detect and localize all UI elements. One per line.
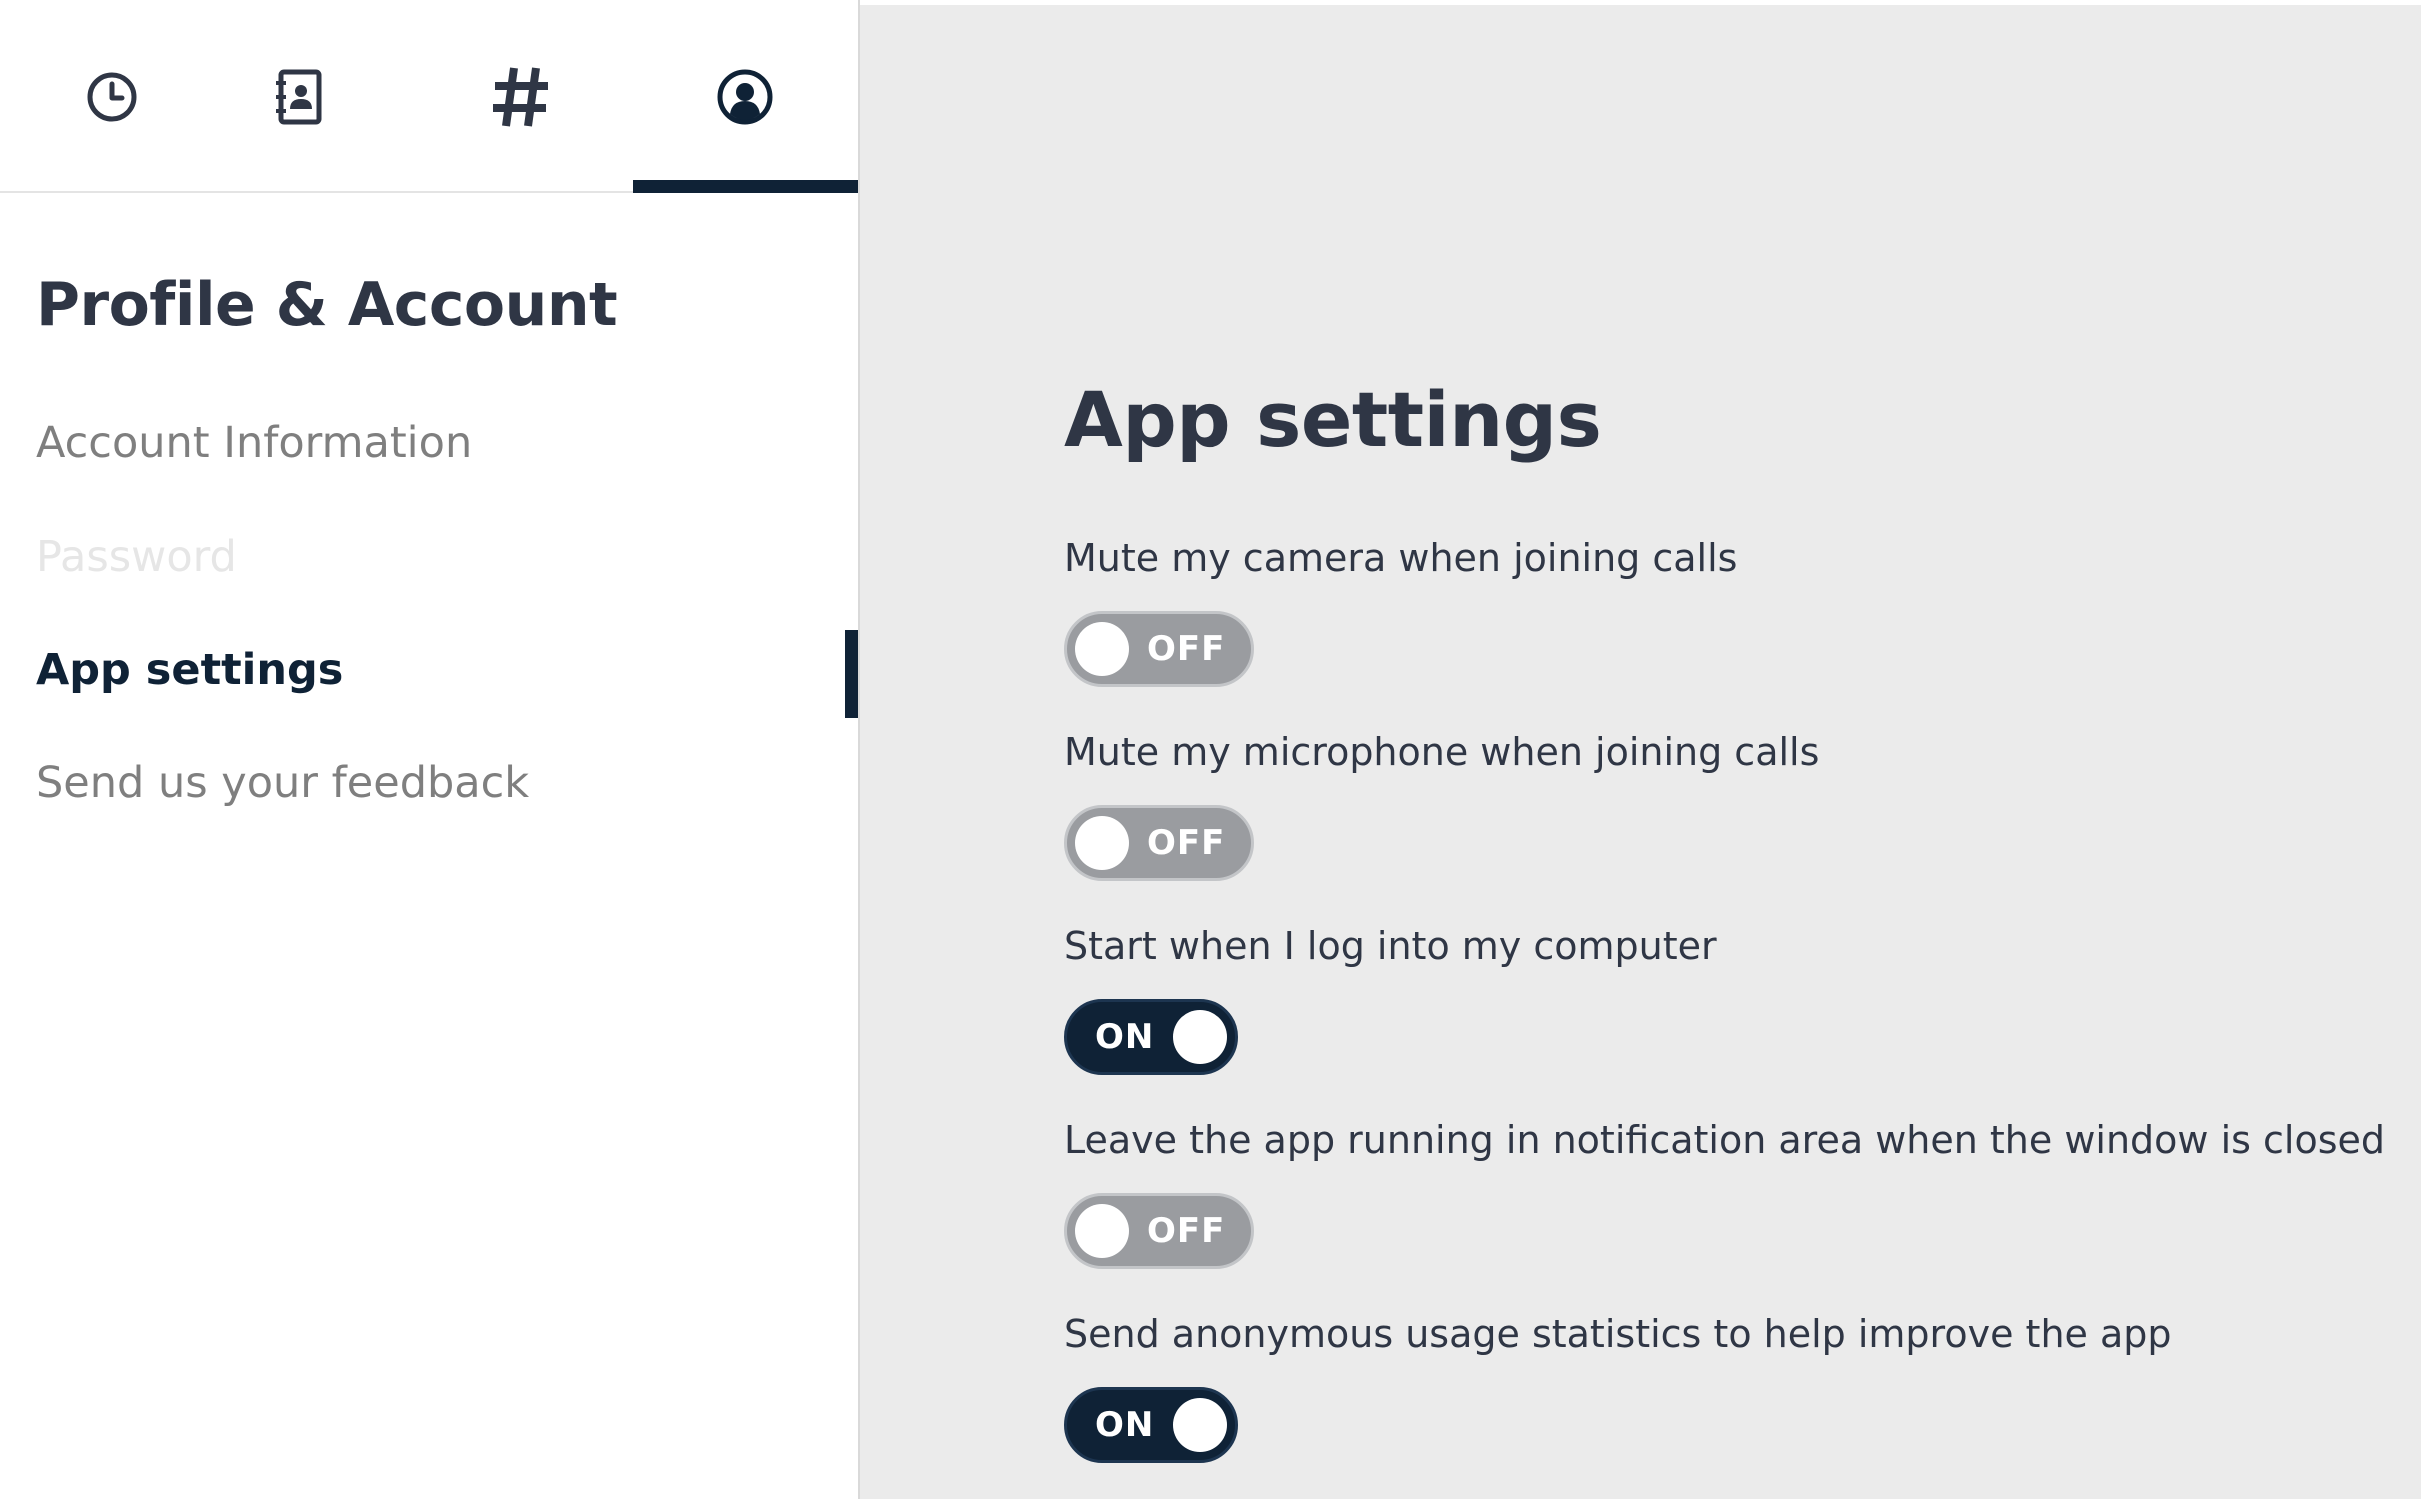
toggle-state-label: OFF: [1147, 823, 1226, 863]
mute-camera-toggle[interactable]: OFF: [1064, 611, 1254, 687]
main-content: App settings Mute my camera when joining…: [860, 5, 2421, 1499]
toggle-state-label: ON: [1095, 1017, 1155, 1057]
toggle-knob: [1173, 1398, 1227, 1452]
address-book-icon: [273, 69, 323, 125]
sidebar-item-app-settings[interactable]: App settings: [36, 645, 343, 695]
sidebar: Profile & Account Account Information Pa…: [0, 0, 858, 1499]
setting-run-in-notification-area: Leave the app running in notification ar…: [1064, 1117, 2385, 1269]
toggle-state-label: ON: [1095, 1405, 1155, 1445]
run-in-notification-area-toggle[interactable]: OFF: [1064, 1193, 1254, 1269]
setting-label: Leave the app running in notification ar…: [1064, 1118, 2386, 1162]
clock-icon: [85, 70, 139, 124]
toggle-knob: [1075, 1204, 1129, 1258]
mute-microphone-toggle[interactable]: OFF: [1064, 805, 1254, 881]
tab-channels[interactable]: [409, 0, 633, 193]
toggle-knob: [1075, 622, 1129, 676]
setting-label: Mute my microphone when joining calls: [1064, 730, 1820, 774]
page-title: App settings: [1064, 375, 1602, 464]
usage-statistics-toggle[interactable]: ON: [1064, 1387, 1238, 1463]
sidebar-item-account-information[interactable]: Account Information: [36, 418, 472, 468]
toggle-knob: [1173, 1010, 1227, 1064]
setting-label: Send anonymous usage statistics to help …: [1064, 1312, 2172, 1356]
setting-label: Mute my camera when joining calls: [1064, 536, 1738, 580]
setting-label: Start when I log into my computer: [1064, 924, 1717, 968]
active-nav-marker: [845, 630, 858, 718]
setting-mute-camera: Mute my camera when joining calls OFF: [1064, 535, 1737, 687]
toggle-knob: [1075, 816, 1129, 870]
toggle-state-label: OFF: [1147, 1211, 1226, 1251]
active-tab-indicator: [633, 180, 858, 193]
start-on-login-toggle[interactable]: ON: [1064, 999, 1238, 1075]
hashtag-icon: [491, 64, 551, 130]
tab-bar: [0, 0, 858, 193]
setting-mute-microphone: Mute my microphone when joining calls OF…: [1064, 729, 1819, 881]
sidebar-item-password[interactable]: Password: [36, 532, 237, 582]
setting-usage-statistics: Send anonymous usage statistics to help …: [1064, 1311, 2172, 1463]
section-title: Profile & Account: [36, 270, 618, 340]
tab-profile[interactable]: [633, 0, 857, 193]
user-circle-icon: [716, 68, 774, 126]
tab-contacts[interactable]: [186, 0, 410, 193]
sidebar-item-send-feedback[interactable]: Send us your feedback: [36, 758, 529, 808]
toggle-state-label: OFF: [1147, 629, 1226, 669]
setting-start-on-login: Start when I log into my computer ON: [1064, 923, 1717, 1075]
